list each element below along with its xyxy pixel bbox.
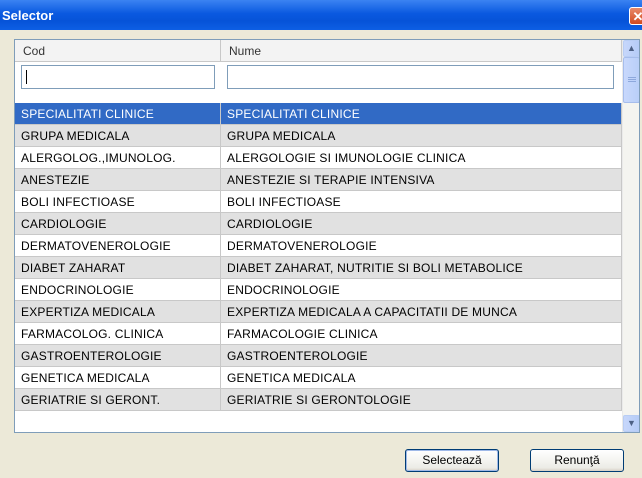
cell-nume: ANESTEZIE SI TERAPIE INTENSIVA: [221, 169, 622, 191]
table-row[interactable]: GENETICA MEDICALA GENETICA MEDICALA: [15, 367, 622, 389]
cell-cod: GERIATRIE SI GERONT.: [15, 389, 221, 411]
cell-nume: DIABET ZAHARAT, NUTRITIE SI BOLI METABOL…: [221, 257, 622, 279]
thumb-grip: [628, 81, 636, 82]
cancel-button[interactable]: Renunţă: [530, 449, 624, 472]
cell-cod: GRUPA MEDICALA: [15, 125, 221, 147]
cell-cod: EXPERTIZA MEDICALA: [15, 301, 221, 323]
table-row[interactable]: DIABET ZAHARAT DIABET ZAHARAT, NUTRITIE S…: [15, 257, 622, 279]
cell-cod: FARMACOLOG. CLINICA: [15, 323, 221, 345]
title-bar: Selector ✕: [0, 0, 642, 30]
table-row[interactable]: ALERGOLOG.,IMUNOLOG. ALERGOLOGIE SI IMUNO…: [15, 147, 622, 169]
cell-nume: GRUPA MEDICALA: [221, 125, 622, 147]
selector-grid: Cod Nume SPECIALITATI CLINICE SPECIALITAT…: [14, 39, 640, 433]
table-row[interactable]: ENDOCRINOLOGIE ENDOCRINOLOGIE: [15, 279, 622, 301]
select-button[interactable]: Selectează: [405, 449, 499, 472]
thumb-grip: [628, 79, 636, 80]
cell-cod: ALERGOLOG.,IMUNOLOG.: [15, 147, 221, 169]
cell-nume: DERMATOVENEROLOGIE: [221, 235, 622, 257]
window-title: Selector: [2, 8, 54, 23]
column-header-nume[interactable]: Nume: [221, 40, 622, 62]
table-row[interactable]: GERIATRIE SI GERONT. GERIATRIE SI GERONTO…: [15, 389, 622, 411]
cell-nume: FARMACOLOGIE CLINICA: [221, 323, 622, 345]
scroll-down-icon: ▼: [627, 418, 636, 428]
table-row[interactable]: GASTROENTEROLOGIE GASTROENTEROLOGIE: [15, 345, 622, 367]
cell-nume: ALERGOLOGIE SI IMUNOLOGIE CLINICA: [221, 147, 622, 169]
cell-cod: ANESTEZIE: [15, 169, 221, 191]
cell-cod: CARDIOLOGIE: [15, 213, 221, 235]
table-row[interactable]: FARMACOLOG. CLINICA FARMACOLOGIE CLINICA: [15, 323, 622, 345]
scroll-up-icon: ▲: [627, 43, 636, 53]
cell-nume: CARDIOLOGIE: [221, 213, 622, 235]
cell-nume: GASTROENTEROLOGIE: [221, 345, 622, 367]
vertical-scrollbar[interactable]: ▲ ▼: [622, 40, 639, 432]
cell-nume: ENDOCRINOLOGIE: [221, 279, 622, 301]
cell-nume: BOLI INFECTIOASE: [221, 191, 622, 213]
cell-cod: GASTROENTEROLOGIE: [15, 345, 221, 367]
cell-nume: EXPERTIZA MEDICALA A CAPACITATII DE MUNC…: [221, 301, 622, 323]
cell-nume: GERIATRIE SI GERONTOLOGIE: [221, 389, 622, 411]
table-row[interactable]: DERMATOVENEROLOGIE DERMATOVENEROLOGIE: [15, 235, 622, 257]
table-row[interactable]: GRUPA MEDICALA GRUPA MEDICALA: [15, 125, 622, 147]
scroll-down-button[interactable]: ▼: [623, 415, 639, 432]
cell-cod: DERMATOVENEROLOGIE: [15, 235, 221, 257]
table-row[interactable]: EXPERTIZA MEDICALA EXPERTIZA MEDICALA A C…: [15, 301, 622, 323]
table-row-selected[interactable]: SPECIALITATI CLINICE SPECIALITATI CLINICE: [15, 103, 622, 125]
cell-cod: DIABET ZAHARAT: [15, 257, 221, 279]
close-icon: ✕: [632, 9, 642, 24]
cell-cod: BOLI INFECTIOASE: [15, 191, 221, 213]
cell-cod: GENETICA MEDICALA: [15, 367, 221, 389]
filter-cod-input[interactable]: [21, 65, 215, 89]
scroll-thumb[interactable]: [623, 57, 639, 103]
column-header-cod[interactable]: Cod: [15, 40, 221, 62]
cell-nume: SPECIALITATI CLINICE: [221, 103, 622, 125]
cell-nume: GENETICA MEDICALA: [221, 367, 622, 389]
cell-cod: ENDOCRINOLOGIE: [15, 279, 221, 301]
thumb-grip: [628, 77, 636, 78]
text-caret: [26, 70, 27, 84]
table-row[interactable]: CARDIOLOGIE CARDIOLOGIE: [15, 213, 622, 235]
close-button[interactable]: ✕: [629, 7, 642, 25]
table-row[interactable]: BOLI INFECTIOASE BOLI INFECTIOASE: [15, 191, 622, 213]
cell-cod: SPECIALITATI CLINICE: [15, 103, 221, 125]
table-row[interactable]: ANESTEZIE ANESTEZIE SI TERAPIE INTENSIVA: [15, 169, 622, 191]
filter-nume-input[interactable]: [227, 65, 614, 89]
scroll-up-button[interactable]: ▲: [623, 40, 639, 57]
